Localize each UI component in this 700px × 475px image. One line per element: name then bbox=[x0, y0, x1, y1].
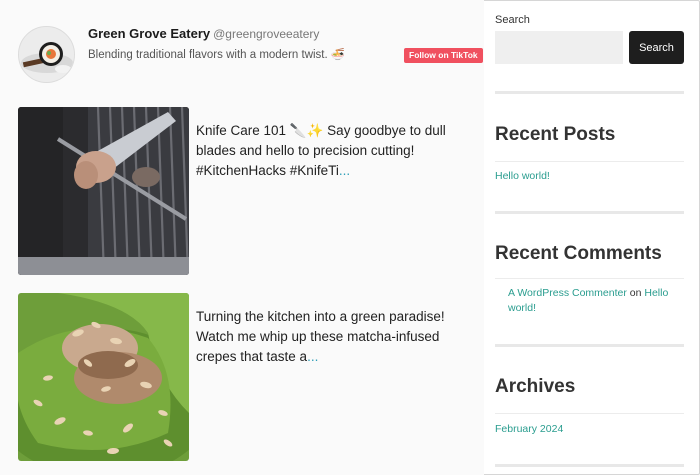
video-caption: Knife Care 101 🔪✨ Say goodbye to dull bl… bbox=[196, 121, 480, 181]
recent-comment-item: A WordPress Commenter on Hello world! bbox=[508, 286, 684, 316]
search-button[interactable]: Search bbox=[629, 31, 684, 64]
widget-divider bbox=[495, 91, 684, 94]
caption-text: Turning the kitchen into a green paradis… bbox=[196, 309, 445, 364]
recent-post-link[interactable]: Hello world! bbox=[495, 170, 550, 182]
tiktok-feed: Green Grove Eatery @greengroveeatery Blen… bbox=[0, 0, 484, 475]
read-more-link[interactable]: ... bbox=[307, 349, 318, 364]
profile-bio: Blending traditional flavors with a mode… bbox=[88, 49, 346, 61]
widget-divider bbox=[495, 344, 684, 347]
archive-link[interactable]: February 2024 bbox=[495, 423, 563, 435]
sidebar: Search Search Recent Posts Hello world! … bbox=[495, 0, 685, 475]
comment-author-link[interactable]: A WordPress Commenter bbox=[508, 287, 627, 299]
recent-comments-title: Recent Comments bbox=[495, 243, 662, 264]
read-more-link[interactable]: ... bbox=[339, 163, 350, 178]
comment-on-text: on bbox=[629, 287, 642, 299]
profile-avatar[interactable] bbox=[18, 26, 75, 83]
search-input[interactable] bbox=[495, 31, 623, 64]
follow-on-tiktok-button[interactable]: Follow on TikTok bbox=[404, 48, 483, 63]
widget-divider bbox=[495, 464, 684, 467]
video-card: Knife Care 101 🔪✨ Say goodbye to dull bl… bbox=[18, 107, 480, 277]
caption-text: Knife Care 101 🔪✨ Say goodbye to dull bl… bbox=[196, 123, 446, 178]
video-thumbnail-knife[interactable] bbox=[18, 107, 189, 275]
profile-header: Green Grove Eatery @greengroveeatery Blen… bbox=[18, 26, 483, 86]
archives-title: Archives bbox=[495, 376, 576, 397]
profile-handle: @greengroveeatery bbox=[213, 27, 320, 41]
video-card: Turning the kitchen into a green paradis… bbox=[18, 293, 480, 463]
widget-divider bbox=[495, 211, 684, 214]
video-thumbnail-crepe[interactable] bbox=[18, 293, 189, 461]
video-caption: Turning the kitchen into a green paradis… bbox=[196, 307, 480, 367]
recent-posts-title: Recent Posts bbox=[495, 124, 616, 145]
title-underline bbox=[495, 413, 684, 414]
title-underline bbox=[495, 161, 684, 162]
search-label: Search bbox=[495, 14, 530, 26]
profile-name[interactable]: Green Grove Eatery @greengroveeatery bbox=[88, 26, 319, 41]
title-underline bbox=[495, 278, 684, 279]
